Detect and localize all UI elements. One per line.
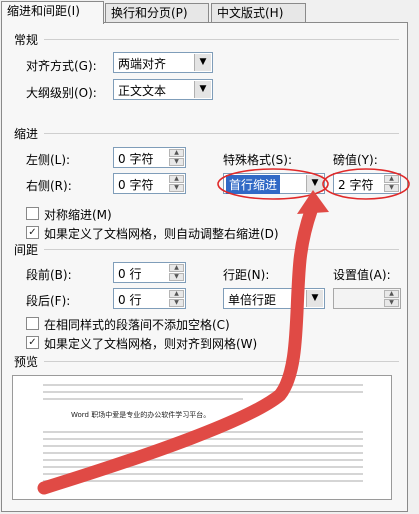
- tab-label: 缩进和间距(I): [7, 4, 80, 18]
- arrow-head: [297, 190, 329, 214]
- arrow-shaft: [37, 201, 319, 495]
- annotation-overlay: [37, 168, 410, 495]
- highlight-ellipse: [322, 168, 410, 200]
- tab-indent-spacing[interactable]: 缩进和间距(I): [1, 1, 104, 24]
